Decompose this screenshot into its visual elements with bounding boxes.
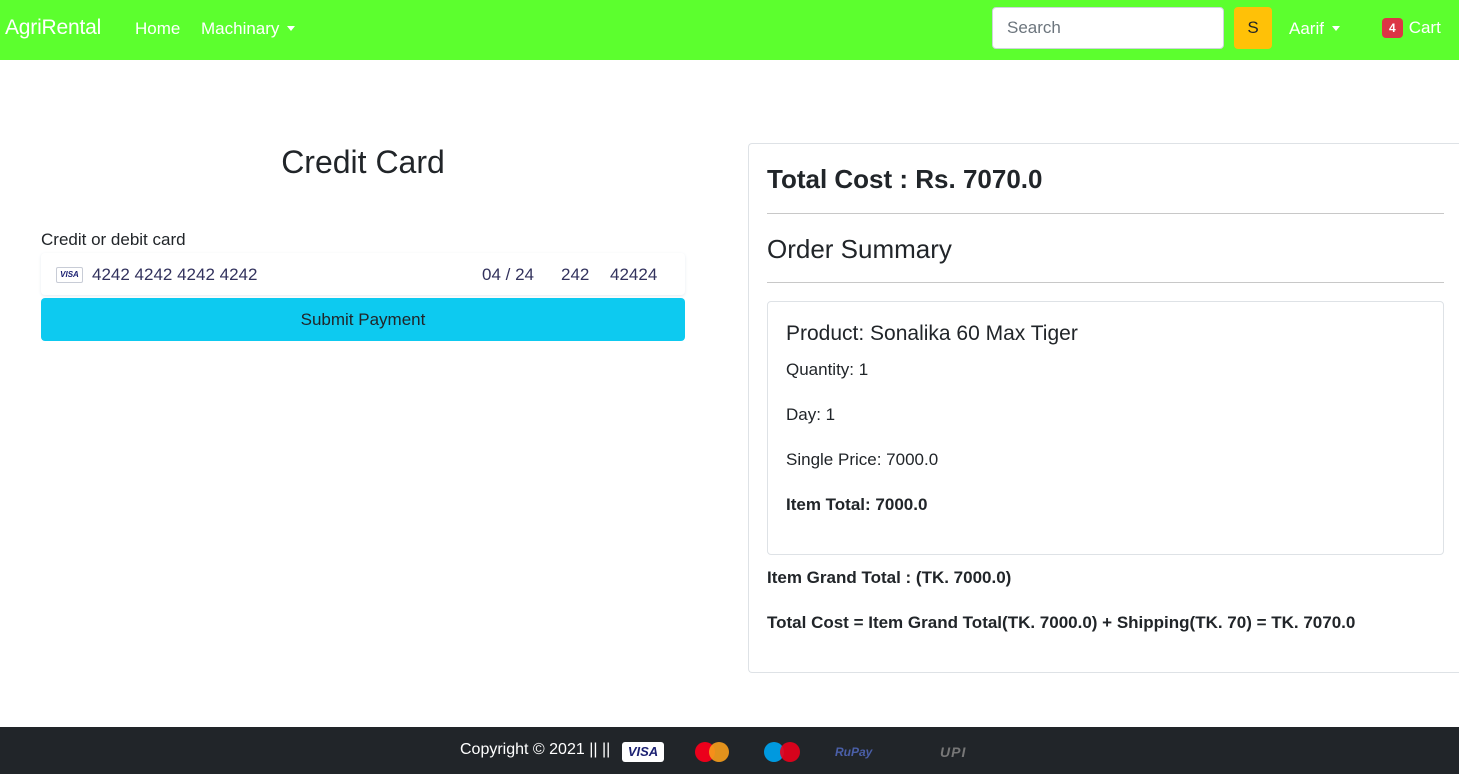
nav-home-link[interactable]: Home	[135, 19, 180, 39]
order-summary-heading: Order Summary	[767, 234, 952, 264]
chevron-down-icon	[1331, 25, 1340, 31]
search-input[interactable]	[992, 7, 1224, 49]
top-navbar: AgriRental Home Machinary S Aarif 4 Cart	[0, 0, 1459, 60]
credit-card-title: Credit Card	[281, 144, 445, 180]
chevron-down-icon	[287, 25, 296, 31]
product-single-price: Single Price: 7000.0	[786, 450, 939, 469]
nav-machinary-dropdown[interactable]: Machinary	[201, 19, 296, 39]
brand-logo[interactable]: AgriRental	[5, 16, 101, 40]
item-grand-total: Item Grand Total : (TK. 7000.0)	[767, 568, 1012, 587]
product-days: Day: 1	[786, 405, 836, 424]
divider	[767, 213, 1444, 214]
submit-payment-button[interactable]: Submit Payment	[41, 298, 685, 341]
user-name: Aarif	[1289, 19, 1324, 38]
total-cost-calculation: Total Cost = Item Grand Total(TK. 7000.0…	[767, 613, 1356, 632]
upi-icon: UPI	[940, 744, 967, 760]
visa-card-icon: VISA	[56, 267, 83, 283]
card-zip-input[interactable]: 42424	[610, 265, 657, 285]
card-input-field[interactable]: VISA 4242 4242 4242 4242 04 / 24 242 424…	[41, 253, 685, 295]
rupay-icon: RuPay	[835, 745, 873, 759]
card-field-label: Credit or debit card	[41, 230, 186, 249]
cart-count-badge: 4	[1382, 18, 1403, 38]
cart-label: Cart	[1408, 18, 1441, 37]
maestro-icon	[762, 742, 806, 762]
user-dropdown[interactable]: Aarif	[1289, 19, 1340, 39]
search-button[interactable]: S	[1234, 7, 1272, 49]
product-quantity: Quantity: 1	[786, 360, 869, 379]
mastercard-icon	[689, 742, 737, 762]
copyright-text: Copyright © 2021 || ||	[460, 741, 611, 758]
divider	[767, 282, 1444, 283]
total-cost-heading: Total Cost : Rs. 7070.0	[767, 164, 1043, 194]
nav-machinary-label: Machinary	[201, 19, 280, 38]
footer: Copyright © 2021 || || VISA RuPay UPI	[0, 727, 1459, 774]
product-name: Product: Sonalika 60 Max Tiger	[786, 322, 1078, 345]
cart-link[interactable]: 4 Cart	[1382, 18, 1441, 38]
card-expiry-input[interactable]: 04 / 24	[482, 265, 534, 285]
visa-icon: VISA	[622, 742, 664, 762]
card-number-input[interactable]: 4242 4242 4242 4242	[92, 265, 257, 285]
card-cvc-input[interactable]: 242	[561, 265, 589, 285]
product-item-total: Item Total: 7000.0	[786, 495, 928, 514]
